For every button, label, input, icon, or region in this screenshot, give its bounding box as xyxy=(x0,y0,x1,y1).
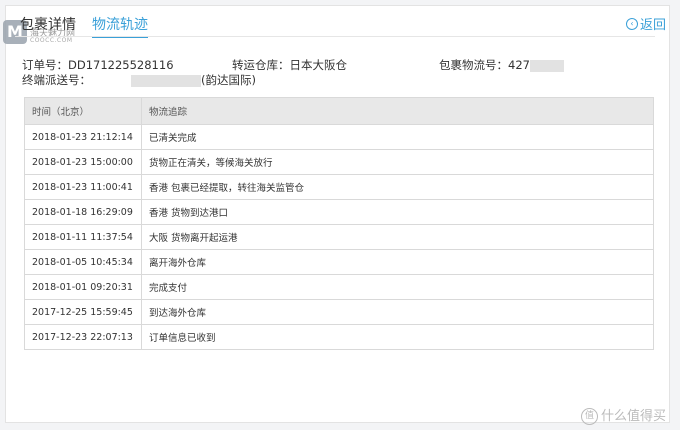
header-divider xyxy=(15,36,655,37)
site-logo-domain: COOCC.COM xyxy=(30,37,73,44)
row-event: 完成支付 xyxy=(141,274,654,300)
row-time: 2018-01-01 09:20:31 xyxy=(24,274,142,300)
row-time: 2018-01-23 21:12:14 xyxy=(24,124,142,150)
warehouse-value: 日本大阪仓 xyxy=(289,58,348,72)
tracking-number-redaction xyxy=(529,59,564,72)
tab-logistics-track[interactable]: 物流轨迹 xyxy=(92,14,148,38)
table-row: 2017-12-25 15:59:45 到达海外仓库 xyxy=(24,299,654,325)
row-event: 香港 包裹已经提取，转往海关监管仓 xyxy=(141,174,654,200)
column-header-time: 时间（北京） xyxy=(24,97,142,125)
warehouse-label: 转运仓库： xyxy=(232,58,290,72)
back-label: 返回 xyxy=(639,18,666,33)
delivery-carrier: (韵达国际) xyxy=(201,73,256,87)
row-time: 2018-01-23 11:00:41 xyxy=(24,174,142,200)
row-event: 到达海外仓库 xyxy=(141,299,654,325)
table-row: 2018-01-23 15:00:00 货物正在清关，等候海关放行 xyxy=(24,149,654,175)
table-row: 2018-01-01 09:20:31 完成支付 xyxy=(24,274,654,300)
back-arrow-icon: ‹ xyxy=(625,17,638,30)
row-time: 2017-12-25 15:59:45 xyxy=(24,299,142,325)
tracking-number: 包裹物流号：427 xyxy=(439,57,564,73)
table-row: 2018-01-23 21:12:14 已清关完成 xyxy=(24,124,654,150)
tab-package-details[interactable]: 包裹详情 xyxy=(20,14,76,38)
row-time: 2018-01-18 16:29:09 xyxy=(24,199,142,225)
row-event: 香港 货物到达港口 xyxy=(141,199,654,225)
logistics-table: 时间（北京） 物流追踪 2018-01-23 21:12:14 已清关完成 201… xyxy=(24,97,654,350)
transfer-warehouse: 转运仓库：日本大阪仓 xyxy=(232,57,347,73)
row-time: 2018-01-05 10:45:34 xyxy=(24,249,142,275)
row-event: 大阪 货物离开起运港 xyxy=(141,224,654,250)
tracking-number-value: 427 xyxy=(508,58,530,72)
watermark-text: 什么值得买 xyxy=(600,409,666,424)
row-time: 2018-01-11 11:37:54 xyxy=(24,224,142,250)
row-event: 离开海外仓库 xyxy=(141,249,654,275)
row-event: 已清关完成 xyxy=(141,124,654,150)
table-row: 2018-01-23 11:00:41 香港 包裹已经提取，转往海关监管仓 xyxy=(24,174,654,200)
order-number-label: 订单号： xyxy=(22,58,68,72)
row-event: 订单信息已收到 xyxy=(141,324,654,350)
delivery-number-label: 终端派送号： xyxy=(22,73,91,87)
row-event: 货物正在清关，等候海关放行 xyxy=(141,149,654,175)
watermark: 值什么值得买 xyxy=(580,405,666,425)
table-row: 2018-01-18 16:29:09 香港 货物到达港口 xyxy=(24,199,654,225)
row-time: 2018-01-23 15:00:00 xyxy=(24,149,142,175)
tracking-number-label: 包裹物流号： xyxy=(439,58,508,72)
back-button[interactable]: ‹ 返回 xyxy=(625,14,666,33)
table-row: 2017-12-23 22:07:13 订单信息已收到 xyxy=(24,324,654,350)
delivery-number-redaction xyxy=(131,74,201,87)
row-time: 2017-12-23 22:07:13 xyxy=(24,324,142,350)
logistics-table-wrap: 时间（北京） 物流追踪 2018-01-23 21:12:14 已清关完成 201… xyxy=(24,97,654,350)
table-header-row: 时间（北京） 物流追踪 xyxy=(24,97,654,125)
order-number-value: DD171225528116 xyxy=(68,58,174,72)
order-number: 订单号：DD171225528116 xyxy=(22,57,174,73)
column-header-tracking: 物流追踪 xyxy=(141,97,654,125)
table-row: 2018-01-11 11:37:54 大阪 货物离开起运港 xyxy=(24,224,654,250)
table-row: 2018-01-05 10:45:34 离开海外仓库 xyxy=(24,249,654,275)
tab-bar: 包裹详情 物流轨迹 xyxy=(20,14,148,38)
watermark-badge-icon: 值 xyxy=(580,408,598,425)
delivery-number: 终端派送号： (韵达国际) xyxy=(22,72,256,88)
